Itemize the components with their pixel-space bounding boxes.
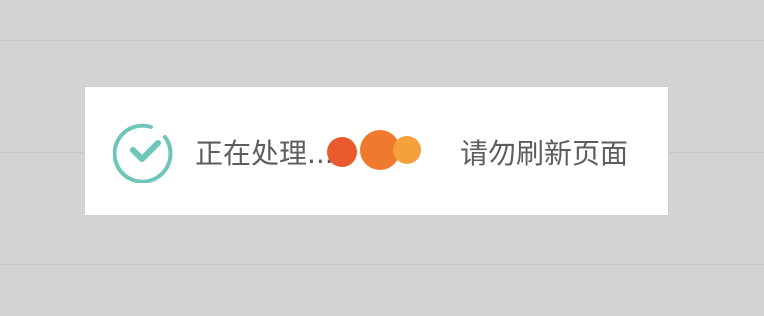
processing-status-text: 正在处理... — [195, 137, 334, 170]
check-circle-icon — [112, 119, 177, 184]
do-not-refresh-hint: 请勿刷新页面 — [460, 137, 629, 170]
loading-dots — [326, 130, 428, 176]
background-divider-bottom — [0, 264, 764, 265]
background-divider-top — [0, 40, 764, 41]
loading-dot — [327, 137, 357, 167]
loading-dot — [393, 136, 421, 164]
